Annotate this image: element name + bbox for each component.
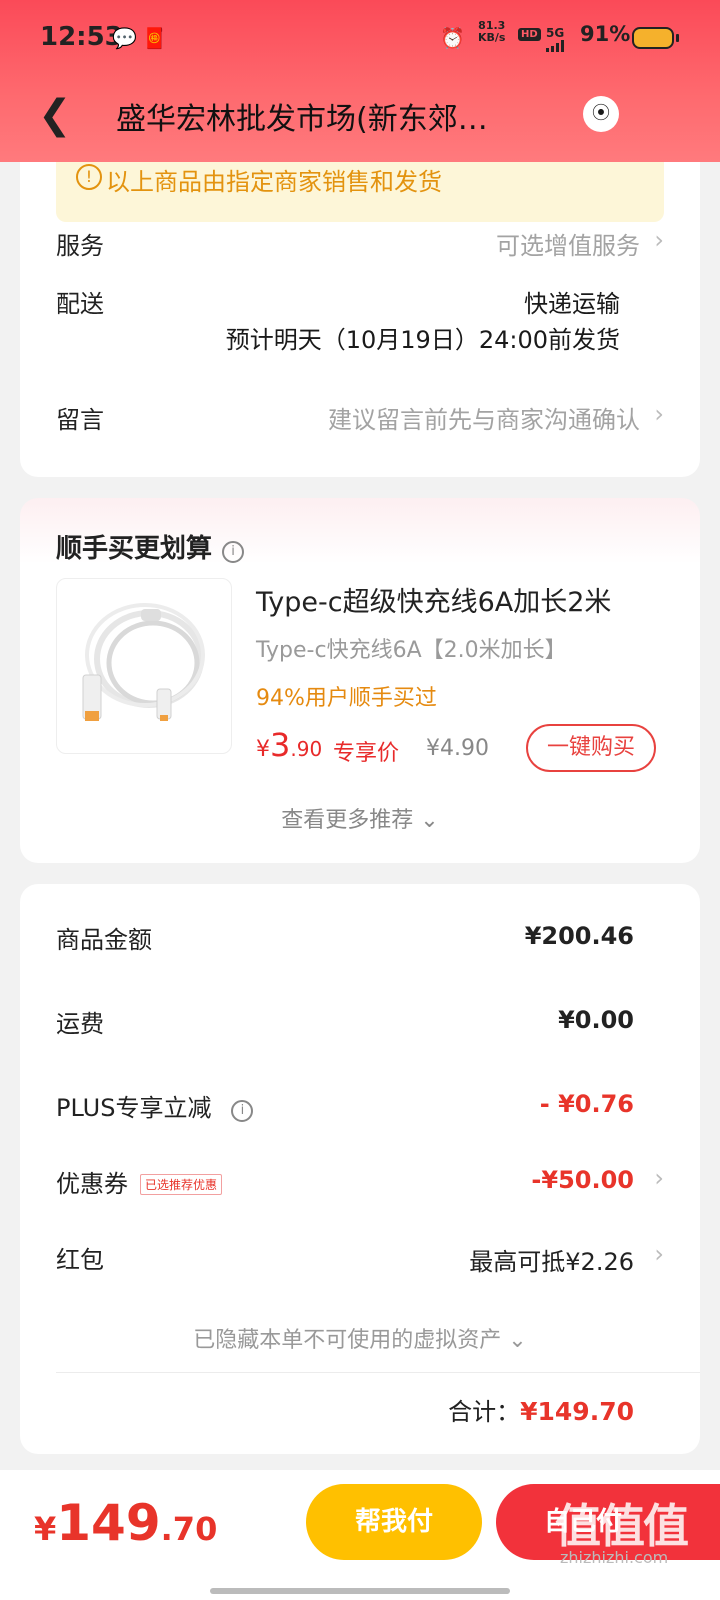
hd-badge: HD (518, 28, 541, 41)
chevron-right-icon[interactable]: › (654, 1240, 664, 1268)
checkout-price: ¥149.70 (34, 1494, 218, 1552)
order-info-card: ! 以上商品由指定商家销售和发货 服务 可选增值服务 › 配送 快递运输 预计明… (20, 120, 700, 477)
chevron-right-icon[interactable]: › (654, 400, 664, 428)
notice-text: 以上商品由指定商家销售和发货 (106, 168, 442, 196)
status-bar: 12:53 💬 🧧 ⏰ 81.3 KB/s HD 5G 91% (0, 18, 720, 58)
service-value[interactable]: 可选增值服务 (496, 226, 640, 261)
watermark: 值值值 (555, 1499, 689, 1553)
original-price: ¥4.90 (426, 736, 489, 761)
header-bar: 12:53 💬 🧧 ⏰ 81.3 KB/s HD 5G 91% ❮ 盛华宏林批发… (0, 0, 720, 162)
price-summary-card: 商品金额 ¥200.46 运费 ¥0.00 PLUS专享立减 i - ¥0.76 … (20, 884, 700, 1454)
divider (56, 1372, 700, 1373)
coupon-label: 优惠券 已选推荐优惠 (56, 1164, 223, 1199)
more-recommendations[interactable]: 查看更多推荐 ⌄ (20, 802, 700, 834)
shipping-value: ¥0.00 (558, 1006, 634, 1034)
upsell-card: 顺手买更划算 i Type-c超级快充线6A加长2米 Type-c快充线6A【2.… (20, 498, 700, 863)
battery-percent: 91% (580, 22, 631, 46)
network-type: 5G (546, 26, 565, 40)
page-title: 盛华宏林批发市场(新东郊… (116, 102, 488, 137)
wechat-icon: 💬 (112, 26, 137, 50)
message-label: 留言 (56, 406, 104, 434)
product-popularity: 94%用户顺手买过 (256, 686, 437, 711)
product-spec: Type-c快充线6A【2.0米加长】 (256, 638, 567, 663)
red-packet-label: 红包 (56, 1246, 104, 1274)
back-arrow-icon[interactable]: ❮ (38, 92, 72, 138)
shipping-label: 运费 (56, 1010, 104, 1038)
info-icon[interactable]: i (222, 541, 245, 563)
alarm-icon: ⏰ (440, 26, 465, 50)
location-pin-icon[interactable]: ⦿ (583, 96, 619, 132)
product-name[interactable]: Type-c超级快充线6A加长2米 (256, 580, 611, 619)
home-indicator[interactable] (210, 1588, 510, 1594)
one-click-buy-button[interactable]: 一键购买 (526, 724, 656, 772)
coupon-value[interactable]: -¥50.00 (531, 1166, 634, 1194)
chevron-down-icon: ⌄ (508, 1328, 527, 1353)
upsell-title: 顺手买更划算 i (56, 528, 245, 565)
message-input[interactable]: 建议留言前先与商家沟通确认 (328, 400, 640, 435)
battery-icon (632, 27, 679, 49)
info-circle-icon: ! (76, 164, 102, 190)
coupon-badge: 已选推荐优惠 (140, 1174, 223, 1195)
app-notification-icon: 🧧 (142, 26, 167, 50)
signal-icon (546, 40, 568, 52)
checkout-bar: ¥149.70 帮我付 自己付 值值值 zhizhizhi.com (0, 1470, 720, 1600)
watermark-url: zhizhizhi.com (560, 1548, 669, 1567)
status-time: 12:53 (40, 22, 123, 52)
goods-amount-value: ¥200.46 (524, 922, 634, 950)
exclusive-price-tag: 专享价 (333, 741, 400, 766)
red-packet-value[interactable]: 最高可抵¥2.26 (469, 1242, 634, 1277)
delivery-eta: 预计明天（10月19日）24:00前发货 (225, 326, 620, 354)
nav-bar: ❮ 盛华宏林批发市场(新东郊… ⦿ (0, 80, 720, 150)
plus-discount-label: PLUS专享立减 i (56, 1088, 254, 1123)
plus-discount-value: - ¥0.76 (539, 1090, 634, 1118)
service-label: 服务 (56, 232, 104, 260)
chevron-down-icon: ⌄ (420, 808, 439, 833)
delivery-label: 配送 (56, 290, 104, 318)
net-speed: 81.3 KB/s (478, 19, 506, 44)
goods-amount-label: 商品金额 (56, 926, 152, 954)
chevron-right-icon[interactable]: › (654, 226, 664, 254)
order-total: 合计：¥149.70 (448, 1397, 634, 1426)
hidden-assets-toggle[interactable]: 已隐藏本单不可使用的虚拟资产 ⌄ (20, 1322, 700, 1354)
help-pay-button[interactable]: 帮我付 (306, 1484, 482, 1560)
delivery-method: 快递运输 (524, 290, 620, 318)
product-image[interactable] (56, 578, 232, 754)
info-icon[interactable]: i (231, 1100, 254, 1122)
chevron-right-icon[interactable]: › (654, 1164, 664, 1192)
product-price: ¥3.90 (256, 726, 323, 764)
